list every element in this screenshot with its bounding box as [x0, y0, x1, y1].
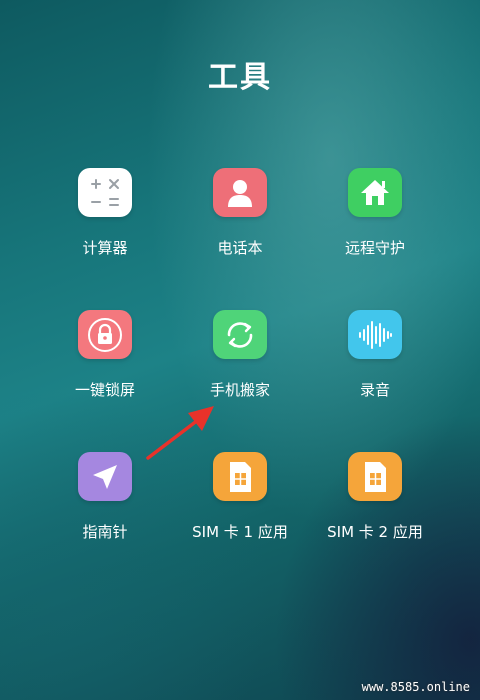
lock-icon	[78, 310, 132, 359]
compass-icon	[78, 452, 132, 501]
sync-icon	[213, 310, 267, 359]
app-label: 指南针	[82, 523, 128, 541]
watermark: www.8585.online	[361, 680, 470, 694]
app-label: 计算器	[82, 239, 128, 257]
app-grid: 计算器 电话本 远程守护 一键锁屏 手机搬家 录音 指南针 SIM 卡 1 应用…	[30, 168, 450, 542]
app-calculator[interactable]: 计算器	[30, 168, 180, 258]
app-remote-guard[interactable]: 远程守护	[300, 168, 450, 258]
app-label: 录音	[359, 381, 390, 399]
folder-title: 工具	[208, 60, 272, 95]
app-label: 远程守护	[344, 239, 405, 257]
voice-recorder-icon	[348, 310, 402, 359]
app-label: 一键锁屏	[74, 381, 135, 399]
home-icon	[348, 168, 402, 217]
sim-card-icon	[213, 452, 267, 501]
calculator-icon	[78, 168, 132, 217]
app-sim1[interactable]: SIM 卡 1 应用	[180, 452, 300, 542]
app-phone-clone[interactable]: 手机搬家	[180, 310, 300, 400]
contacts-icon	[213, 168, 267, 217]
app-compass[interactable]: 指南针	[30, 452, 180, 542]
app-lock-screen[interactable]: 一键锁屏	[30, 310, 180, 400]
sim-card-icon	[348, 452, 402, 501]
tools-folder-screen: 工具 计算器 电话本 远程守护 一键锁屏 手机搬家 录音 指南针 SIM 卡 1…	[0, 0, 480, 700]
app-label: 电话本	[217, 239, 263, 257]
app-contacts[interactable]: 电话本	[180, 168, 300, 258]
app-recorder[interactable]: 录音	[300, 310, 450, 400]
app-label: SIM 卡 2 应用	[327, 523, 423, 541]
app-label: 手机搬家	[209, 381, 270, 399]
app-sim2[interactable]: SIM 卡 2 应用	[300, 452, 450, 542]
app-label: SIM 卡 1 应用	[192, 523, 288, 541]
